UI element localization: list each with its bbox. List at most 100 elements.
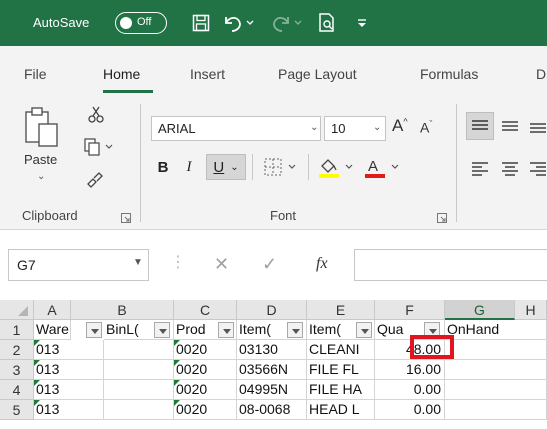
- error-indicator-icon: [174, 360, 180, 366]
- table-cell[interactable]: 013: [34, 360, 104, 380]
- table-cell[interactable]: 04995N: [237, 380, 307, 400]
- divider: [308, 154, 309, 180]
- table-cell[interactable]: HEAD L: [307, 400, 375, 420]
- table-cell[interactable]: 03130: [237, 340, 307, 360]
- underline-button[interactable]: U ⌄: [206, 154, 246, 180]
- table-cell[interactable]: 0020: [174, 360, 237, 380]
- tab-insert[interactable]: Insert: [190, 66, 225, 82]
- header-cell-text: Item(: [239, 321, 271, 337]
- insert-function-icon[interactable]: fx: [316, 255, 328, 273]
- tab-formulas[interactable]: Formulas: [420, 66, 478, 82]
- cancel-icon[interactable]: ✕: [214, 254, 229, 275]
- undo-icon[interactable]: [220, 10, 256, 36]
- font-name-dropdown-icon[interactable]: ⌄: [310, 122, 318, 133]
- column-header-b[interactable]: B: [71, 300, 174, 320]
- table-cell[interactable]: 013: [34, 340, 104, 360]
- font-size-value: 10: [331, 121, 346, 136]
- column-header-c[interactable]: C: [174, 300, 237, 320]
- table-cell[interactable]: 0020: [174, 340, 237, 360]
- column-header-g[interactable]: G: [445, 300, 515, 320]
- row-header-1[interactable]: 1: [0, 320, 34, 340]
- table-cell[interactable]: 0020: [174, 400, 237, 420]
- filter-dropdown-button[interactable]: [86, 322, 102, 338]
- fill-color-icon[interactable]: [316, 154, 360, 180]
- row-header-3[interactable]: 3: [0, 360, 34, 380]
- toggle-state: Off: [137, 16, 152, 28]
- table-cell[interactable]: [445, 400, 547, 420]
- table-cell[interactable]: [445, 360, 547, 380]
- select-all-corner[interactable]: [0, 300, 34, 320]
- table-cell[interactable]: 0.00: [375, 380, 445, 400]
- row-header-5[interactable]: 5: [0, 400, 34, 420]
- italic-icon[interactable]: I: [180, 154, 198, 180]
- increase-font-size-icon[interactable]: A^: [392, 116, 408, 136]
- name-box-dropdown-icon[interactable]: ▼: [133, 257, 143, 268]
- tab-file[interactable]: File: [24, 66, 47, 82]
- table-cell[interactable]: 03566N: [237, 360, 307, 380]
- font-name-select[interactable]: ARIAL: [151, 116, 321, 141]
- header-cell[interactable]: Ware: [34, 320, 71, 340]
- clipboard-launcher-icon[interactable]: [121, 210, 131, 223]
- filter-dropdown-button[interactable]: [218, 322, 234, 338]
- align-top-button[interactable]: [466, 112, 494, 140]
- align-center-icon[interactable]: [500, 158, 520, 183]
- font-launcher-icon[interactable]: [437, 210, 447, 223]
- cut-icon[interactable]: [88, 106, 104, 129]
- tab-page-layout[interactable]: Page Layout: [278, 66, 357, 82]
- table-cell[interactable]: [104, 360, 174, 380]
- format-painter-icon[interactable]: [84, 170, 104, 195]
- column-header-e[interactable]: E: [307, 300, 375, 320]
- column-header-f[interactable]: F: [375, 300, 445, 320]
- table-cell[interactable]: 013: [34, 380, 104, 400]
- bold-icon[interactable]: B: [154, 154, 172, 180]
- table-cell[interactable]: [445, 340, 547, 360]
- redo-icon[interactable]: [268, 10, 304, 36]
- paste-icon[interactable]: [22, 106, 68, 155]
- formula-input[interactable]: [354, 249, 547, 281]
- font-size-dropdown-icon[interactable]: ⌄: [373, 122, 381, 133]
- table-cell[interactable]: 08-0068: [237, 400, 307, 420]
- header-cell-text: Ware: [36, 321, 69, 337]
- column-header-h[interactable]: H: [515, 300, 547, 320]
- font-color-icon[interactable]: A: [362, 154, 406, 180]
- table-cell[interactable]: 0020: [174, 380, 237, 400]
- row-header-4[interactable]: 4: [0, 380, 34, 400]
- filter-dropdown-button[interactable]: [287, 322, 303, 338]
- table-cell[interactable]: [445, 380, 547, 400]
- table-cell[interactable]: CLEANI: [307, 340, 375, 360]
- name-box[interactable]: G7: [8, 249, 149, 281]
- table-cell[interactable]: 16.00: [375, 360, 445, 380]
- enter-icon[interactable]: ✓: [262, 254, 277, 275]
- table-cell[interactable]: FILE FL: [307, 360, 375, 380]
- filter-dropdown-button[interactable]: [356, 322, 372, 338]
- column-header-a[interactable]: A: [34, 300, 71, 320]
- autosave-toggle[interactable]: Off: [115, 12, 167, 34]
- save-icon[interactable]: [188, 10, 214, 36]
- paste-button-label: Paste: [24, 152, 58, 167]
- align-bottom-icon[interactable]: [528, 116, 547, 141]
- table-cell[interactable]: FILE HA: [307, 380, 375, 400]
- tab-home[interactable]: Home: [103, 66, 140, 82]
- paste-dropdown-icon[interactable]: ⌄: [37, 171, 45, 182]
- header-cell[interactable]: OnHand: [445, 320, 547, 340]
- table-cell[interactable]: 0.00: [375, 400, 445, 420]
- row-header-2[interactable]: 2: [0, 340, 34, 360]
- customize-toolbar-icon[interactable]: [354, 10, 370, 36]
- cell-text: 0020: [176, 361, 208, 377]
- cell-text: CLEANI: [309, 341, 360, 357]
- print-preview-icon[interactable]: [316, 10, 338, 36]
- align-right-icon[interactable]: [528, 158, 547, 183]
- decrease-font-size-icon[interactable]: Aˇ: [420, 119, 432, 136]
- align-left-icon[interactable]: [470, 158, 490, 183]
- borders-icon[interactable]: [262, 154, 302, 180]
- align-middle-icon[interactable]: [500, 116, 520, 141]
- tab-data[interactable]: D: [536, 66, 546, 82]
- error-indicator-icon: [34, 360, 40, 366]
- table-cell[interactable]: 013: [34, 400, 104, 420]
- table-cell[interactable]: [104, 400, 174, 420]
- filter-dropdown-button[interactable]: [154, 322, 170, 338]
- column-header-d[interactable]: D: [237, 300, 307, 320]
- copy-icon[interactable]: [84, 138, 114, 161]
- table-cell[interactable]: [104, 380, 174, 400]
- table-cell[interactable]: [104, 340, 174, 360]
